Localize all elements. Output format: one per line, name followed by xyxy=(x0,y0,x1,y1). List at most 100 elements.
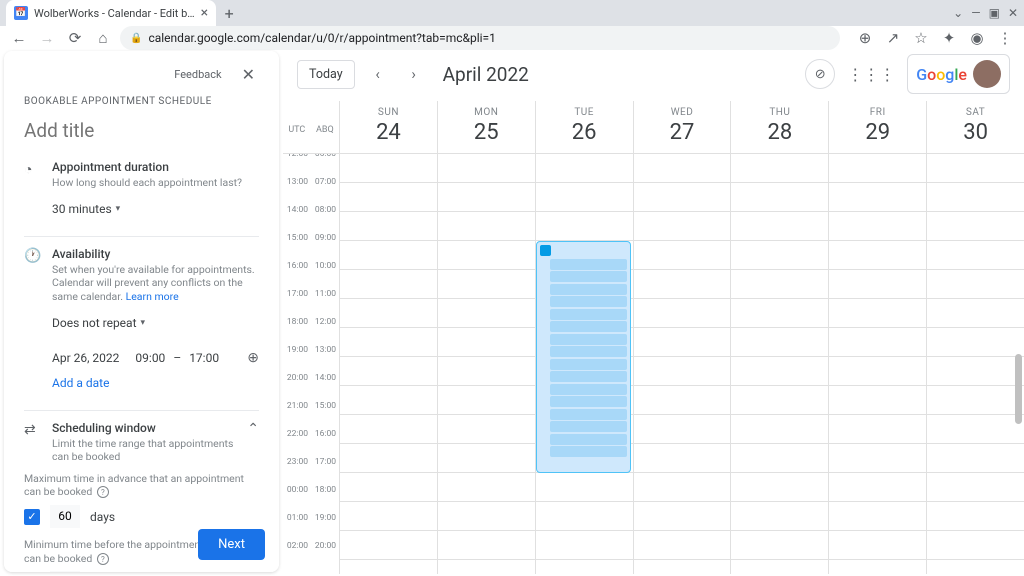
share-icon[interactable]: ↗ xyxy=(882,27,904,49)
menu-icon[interactable]: ⋮ xyxy=(994,27,1016,49)
maximize-icon[interactable]: ▣ xyxy=(989,6,1000,20)
day-column[interactable] xyxy=(828,154,926,574)
day-header[interactable]: THU28 xyxy=(730,101,828,153)
time-label: 13:00 xyxy=(283,177,311,205)
chevron-down-icon: ▾ xyxy=(141,318,146,328)
profile-icon[interactable]: ◉ xyxy=(966,27,988,49)
tasks-icon[interactable]: ⊘ xyxy=(805,59,835,89)
time-label: 13:00 xyxy=(311,345,339,373)
time-label: 20:00 xyxy=(311,541,339,569)
collapse-icon[interactable]: ⌃ xyxy=(247,421,259,437)
time-label: 02:00 xyxy=(283,541,311,569)
max-advance-text: Maximum time in advance that an appointm… xyxy=(24,472,259,499)
feedback-button[interactable]: Feedback xyxy=(166,64,229,85)
day-header[interactable]: SAT30 xyxy=(926,101,1024,153)
time-label: 16:00 xyxy=(283,261,311,289)
today-button[interactable]: Today xyxy=(297,60,355,89)
browser-tab[interactable]: 📅 WolberWorks - Calendar - Edit b… × xyxy=(6,0,216,26)
day-header[interactable]: MON25 xyxy=(437,101,535,153)
duration-title: Appointment duration xyxy=(52,160,259,174)
next-week-icon[interactable]: › xyxy=(401,61,427,87)
max-days-input[interactable] xyxy=(50,505,80,528)
max-checkbox[interactable]: ✓ xyxy=(24,509,40,525)
day-column[interactable] xyxy=(730,154,828,574)
day-column[interactable] xyxy=(437,154,535,574)
tz-utc: UTC xyxy=(288,125,305,153)
minimize-icon[interactable]: — xyxy=(971,6,980,20)
time-label: 12:00 xyxy=(311,317,339,345)
time-label: 11:00 xyxy=(311,289,339,317)
clock-icon: 🕐 xyxy=(24,247,42,404)
swap-icon: ⇄ xyxy=(24,421,42,438)
duration-dropdown[interactable]: 30 minutes ▾ xyxy=(52,198,120,220)
time-label: 15:00 xyxy=(311,401,339,429)
day-column[interactable] xyxy=(926,154,1024,574)
appointment-panel: Feedback ✕ BOOKABLE APPOINTMENT SCHEDULE… xyxy=(4,51,279,572)
zoom-icon[interactable]: ⊕ xyxy=(854,27,876,49)
time-label: 22:00 xyxy=(283,429,311,457)
duration-subtitle: How long should each appointment last? xyxy=(52,176,259,190)
time-label: 09:00 xyxy=(311,233,339,261)
learn-more-link[interactable]: Learn more xyxy=(126,290,179,303)
panel-header: BOOKABLE APPOINTMENT SCHEDULE xyxy=(24,96,259,107)
time-label: 21:00 xyxy=(283,401,311,429)
time-label: 07:00 xyxy=(311,177,339,205)
time-label: 15:00 xyxy=(283,233,311,261)
new-tab-button[interactable]: + xyxy=(216,0,242,26)
scheduling-subtitle: Limit the time range that appointments c… xyxy=(52,437,237,464)
back-icon[interactable]: ← xyxy=(8,27,30,49)
avatar[interactable] xyxy=(973,60,1001,88)
appointment-block[interactable] xyxy=(536,241,631,473)
time-label: 01:00 xyxy=(283,513,311,541)
time-label: 06:00 xyxy=(311,154,339,177)
reload-icon[interactable]: ⟳ xyxy=(64,27,86,49)
star-icon[interactable]: ☆ xyxy=(910,27,932,49)
prev-week-icon[interactable]: ‹ xyxy=(365,61,391,87)
day-header[interactable]: WED27 xyxy=(633,101,731,153)
time-label: 23:00 xyxy=(283,457,311,485)
duration-icon: ◔ xyxy=(24,160,42,230)
time-label: 20:00 xyxy=(283,373,311,401)
next-button[interactable]: Next xyxy=(198,529,265,560)
time-label: 19:00 xyxy=(283,345,311,373)
close-tab-icon[interactable]: × xyxy=(201,5,208,21)
date-field[interactable]: Apr 26, 2022 xyxy=(52,351,119,365)
month-label: April 2022 xyxy=(443,63,529,86)
scheduling-title: Scheduling window xyxy=(52,421,237,435)
appointment-badge-icon xyxy=(540,245,551,256)
url-text: calendar.google.com/calendar/u/0/r/appoi… xyxy=(148,31,495,45)
time-label: 18:00 xyxy=(311,485,339,513)
time-label: 17:00 xyxy=(311,457,339,485)
google-logo[interactable]: Google xyxy=(907,54,1010,94)
min-hours-input[interactable] xyxy=(50,571,80,572)
add-date-link[interactable]: Add a date xyxy=(52,376,259,390)
repeat-dropdown[interactable]: Does not repeat ▾ xyxy=(52,312,145,334)
extensions-icon[interactable]: ✦ xyxy=(938,27,960,49)
time-label: 17:00 xyxy=(283,289,311,317)
start-time-field[interactable]: 09:00 xyxy=(135,351,165,365)
days-unit: days xyxy=(90,510,115,524)
day-header[interactable]: TUE26 xyxy=(535,101,633,153)
time-label: 08:00 xyxy=(311,205,339,233)
day-column[interactable] xyxy=(339,154,437,574)
apps-icon[interactable]: ⋮⋮⋮ xyxy=(847,65,895,84)
end-time-field[interactable]: 17:00 xyxy=(189,351,219,365)
forward-icon[interactable]: → xyxy=(36,27,58,49)
time-label: 00:00 xyxy=(283,485,311,513)
help-icon[interactable]: ? xyxy=(97,486,109,498)
tz-local: ABQ xyxy=(316,125,334,153)
chevron-down-icon[interactable]: ⌄ xyxy=(953,6,963,20)
day-header[interactable]: SUN24 xyxy=(339,101,437,153)
scrollbar[interactable] xyxy=(1015,354,1022,424)
home-icon[interactable]: ⌂ xyxy=(92,27,114,49)
day-header[interactable]: FRI29 xyxy=(828,101,926,153)
close-window-icon[interactable]: ✕ xyxy=(1008,6,1018,20)
help-icon[interactable]: ? xyxy=(97,553,109,565)
tab-title: WolberWorks - Calendar - Edit b… xyxy=(34,7,195,20)
calendar-favicon: 📅 xyxy=(14,6,28,20)
close-panel-icon[interactable]: ✕ xyxy=(238,63,259,86)
time-label: 18:00 xyxy=(283,317,311,345)
add-time-icon[interactable]: ⊕ xyxy=(247,350,259,366)
day-column[interactable] xyxy=(633,154,731,574)
title-input[interactable] xyxy=(24,119,259,146)
